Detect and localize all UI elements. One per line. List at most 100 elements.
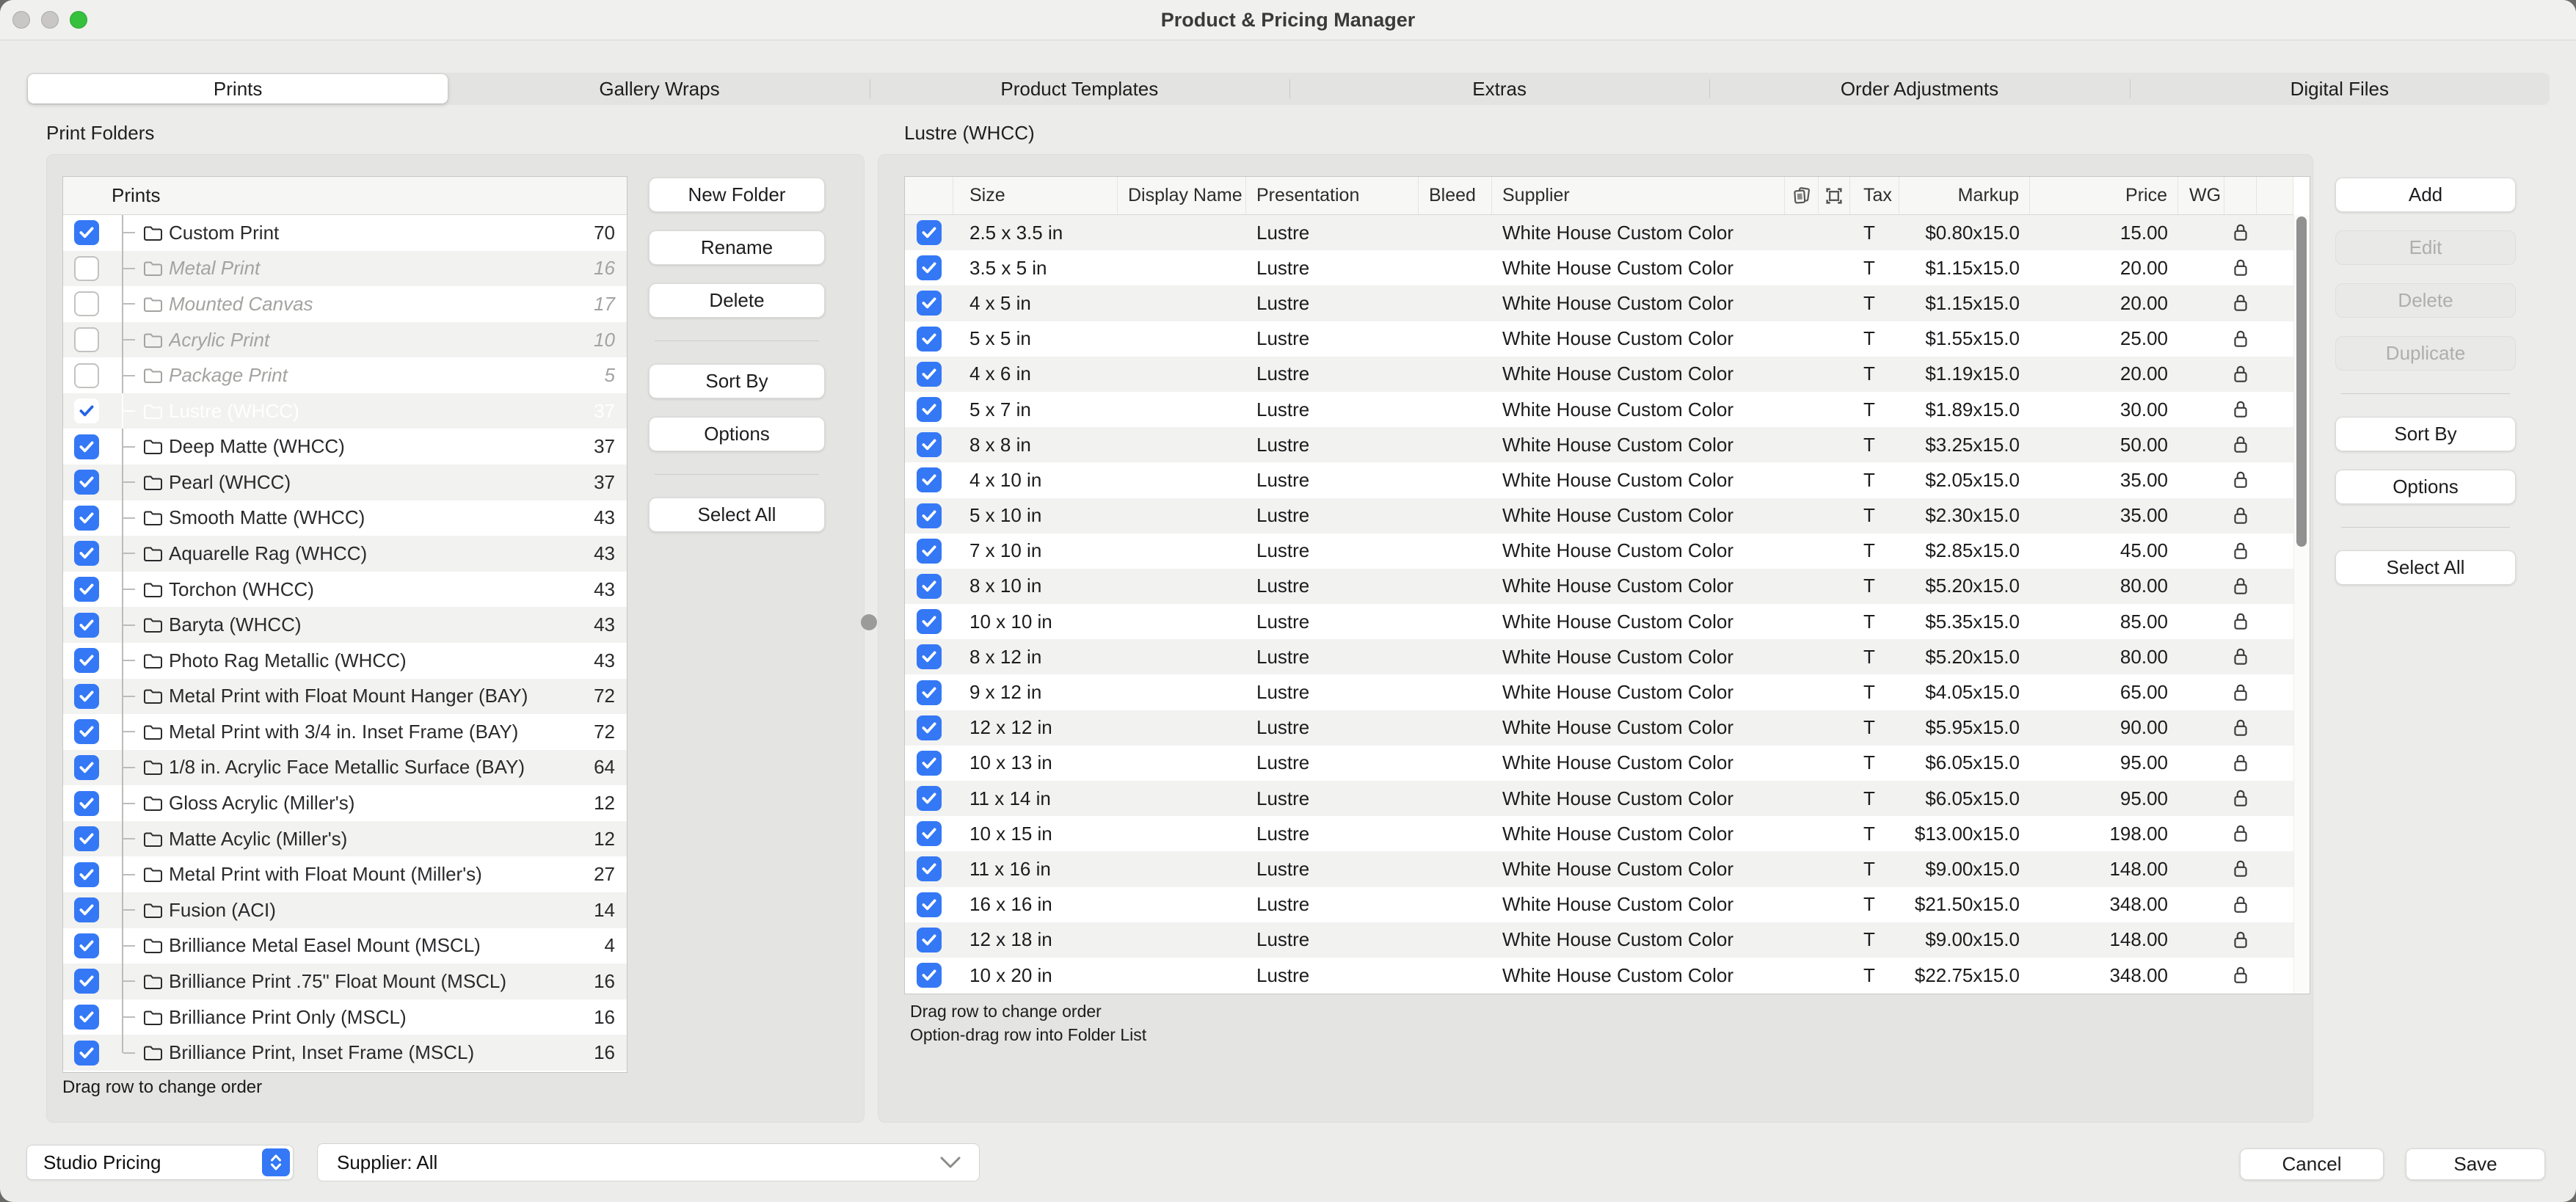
delete-button[interactable]: Delete bbox=[649, 283, 825, 318]
product-checkbox[interactable] bbox=[917, 291, 942, 316]
folder-checkbox[interactable] bbox=[74, 897, 99, 922]
lock-icon[interactable] bbox=[2224, 576, 2257, 597]
folder-row[interactable]: Custom Print70 bbox=[63, 215, 627, 251]
lock-icon[interactable] bbox=[2224, 434, 2257, 455]
folder-row[interactable]: Package Print5 bbox=[63, 357, 627, 393]
lock-icon[interactable] bbox=[2224, 506, 2257, 526]
vertical-scrollbar[interactable] bbox=[2293, 215, 2310, 994]
folder-checkbox[interactable] bbox=[74, 755, 99, 780]
product-checkbox[interactable] bbox=[917, 503, 942, 528]
column-header-copies-icon[interactable] bbox=[1785, 177, 1819, 214]
product-row[interactable]: 8 x 12 inLustreWhite House Custom ColorT… bbox=[905, 639, 2293, 674]
column-header-presentation[interactable]: Presentation bbox=[1246, 177, 1419, 214]
folder-row[interactable]: Deep Matte (WHCC)37 bbox=[63, 429, 627, 465]
tab-gallery-wraps[interactable]: Gallery Wraps bbox=[449, 73, 869, 105]
folder-row[interactable]: Gloss Acrylic (Miller's)12 bbox=[63, 785, 627, 821]
folder-checkbox[interactable] bbox=[74, 684, 99, 709]
folder-row[interactable]: Acrylic Print10 bbox=[63, 322, 627, 358]
column-header-display-name[interactable]: Display Name bbox=[1118, 177, 1246, 214]
folder-row[interactable]: Brilliance Print .75" Float Mount (MSCL)… bbox=[63, 964, 627, 999]
lock-icon[interactable] bbox=[2224, 859, 2257, 879]
folder-checkbox[interactable] bbox=[74, 470, 99, 495]
folder-row[interactable]: Metal Print with Float Mount (Miller's)2… bbox=[63, 856, 627, 892]
folder-row[interactable]: Brilliance Print, Inset Frame (MSCL)16 bbox=[63, 1035, 627, 1071]
product-row[interactable]: 8 x 8 inLustreWhite House Custom ColorT$… bbox=[905, 427, 2293, 462]
product-checkbox[interactable] bbox=[917, 255, 942, 280]
folder-checkbox[interactable] bbox=[74, 648, 99, 673]
folder-row[interactable]: Brilliance Metal Easel Mount (MSCL)4 bbox=[63, 928, 627, 964]
folder-row[interactable]: Matte Acylic (Miller's)12 bbox=[63, 821, 627, 857]
column-header-markup[interactable]: Markup bbox=[1899, 177, 2030, 214]
folder-checkbox[interactable] bbox=[74, 1005, 99, 1030]
lock-icon[interactable] bbox=[2224, 895, 2257, 915]
tab-product-templates[interactable]: Product Templates bbox=[870, 73, 1289, 105]
column-header-size[interactable]: Size bbox=[953, 177, 1118, 214]
folder-checkbox[interactable] bbox=[74, 933, 99, 958]
lock-icon[interactable] bbox=[2224, 541, 2257, 561]
product-checkbox[interactable] bbox=[917, 963, 942, 988]
product-checkbox[interactable] bbox=[917, 432, 942, 457]
lock-icon[interactable] bbox=[2224, 222, 2257, 243]
product-row[interactable]: 12 x 18 inLustreWhite House Custom Color… bbox=[905, 922, 2293, 958]
folder-row[interactable]: Torchon (WHCC)43 bbox=[63, 572, 627, 608]
product-row[interactable]: 7 x 10 inLustreWhite House Custom ColorT… bbox=[905, 533, 2293, 569]
lock-icon[interactable] bbox=[2224, 258, 2257, 278]
product-row[interactable]: 4 x 10 inLustreWhite House Custom ColorT… bbox=[905, 462, 2293, 498]
folder-checkbox[interactable] bbox=[74, 541, 99, 566]
product-checkbox[interactable] bbox=[917, 821, 942, 846]
product-checkbox[interactable] bbox=[917, 856, 942, 881]
rename-button[interactable]: Rename bbox=[649, 230, 825, 265]
lock-icon[interactable] bbox=[2224, 965, 2257, 986]
select-all-button[interactable]: Select All bbox=[649, 498, 825, 532]
product-row[interactable]: 8 x 10 inLustreWhite House Custom ColorT… bbox=[905, 569, 2293, 604]
folder-row[interactable]: Metal Print16 bbox=[63, 251, 627, 287]
lock-icon[interactable] bbox=[2224, 329, 2257, 349]
product-row[interactable]: 5 x 7 inLustreWhite House Custom ColorT$… bbox=[905, 392, 2293, 427]
lock-icon[interactable] bbox=[2224, 611, 2257, 632]
product-row[interactable]: 4 x 5 inLustreWhite House Custom ColorT$… bbox=[905, 285, 2293, 321]
column-header-frame-icon[interactable] bbox=[1819, 177, 1850, 214]
column-header-tax[interactable]: Tax bbox=[1850, 177, 1899, 214]
tab-order-adjustments[interactable]: Order Adjustments bbox=[1709, 73, 2129, 105]
cancel-button[interactable]: Cancel bbox=[2240, 1148, 2384, 1180]
folder-checkbox[interactable] bbox=[74, 862, 99, 887]
product-checkbox[interactable] bbox=[917, 680, 942, 705]
options-button[interactable]: Options bbox=[649, 417, 825, 451]
folder-checkbox[interactable] bbox=[74, 826, 99, 851]
column-header-price[interactable]: Price bbox=[2030, 177, 2178, 214]
pricing-select[interactable]: Studio Pricing bbox=[26, 1145, 294, 1180]
tab-extras[interactable]: Extras bbox=[1289, 73, 1709, 105]
splitter-handle[interactable] bbox=[861, 614, 877, 630]
folder-checkbox[interactable] bbox=[74, 256, 99, 281]
lock-icon[interactable] bbox=[2224, 399, 2257, 420]
folder-checkbox[interactable] bbox=[74, 434, 99, 459]
product-checkbox[interactable] bbox=[917, 892, 942, 917]
column-header-supplier[interactable]: Supplier bbox=[1492, 177, 1785, 214]
folder-checkbox[interactable] bbox=[74, 577, 99, 602]
folder-row[interactable]: Baryta (WHCC)43 bbox=[63, 607, 627, 643]
folder-row[interactable]: 1/8 in. Acrylic Face Metallic Surface (B… bbox=[63, 750, 627, 786]
product-row[interactable]: 5 x 5 inLustreWhite House Custom ColorT$… bbox=[905, 321, 2293, 357]
product-checkbox[interactable] bbox=[917, 574, 942, 599]
product-row[interactable]: 10 x 10 inLustreWhite House Custom Color… bbox=[905, 604, 2293, 639]
folder-checkbox[interactable] bbox=[74, 363, 99, 388]
folder-row[interactable]: Photo Rag Metallic (WHCC)43 bbox=[63, 643, 627, 679]
lock-icon[interactable] bbox=[2224, 718, 2257, 738]
folder-checkbox[interactable] bbox=[74, 613, 99, 638]
lock-icon[interactable] bbox=[2224, 682, 2257, 703]
tab-digital-files[interactable]: Digital Files bbox=[2130, 73, 2550, 105]
folder-checkbox[interactable] bbox=[74, 719, 99, 744]
sort-by-button[interactable]: Sort By bbox=[2335, 417, 2516, 451]
folder-row[interactable]: Lustre (WHCC)37 bbox=[63, 393, 627, 429]
product-row[interactable]: 12 x 12 inLustreWhite House Custom Color… bbox=[905, 710, 2293, 746]
product-row[interactable]: 5 x 10 inLustreWhite House Custom ColorT… bbox=[905, 498, 2293, 533]
scrollbar-thumb[interactable] bbox=[2296, 216, 2307, 547]
folder-row[interactable]: Aquarelle Rag (WHCC)43 bbox=[63, 536, 627, 572]
lock-icon[interactable] bbox=[2224, 930, 2257, 950]
folder-checkbox[interactable] bbox=[74, 506, 99, 531]
product-checkbox[interactable] bbox=[917, 928, 942, 953]
folder-row[interactable]: Mounted Canvas17 bbox=[63, 286, 627, 322]
lock-icon[interactable] bbox=[2224, 788, 2257, 809]
product-checkbox[interactable] bbox=[917, 609, 942, 634]
save-button[interactable]: Save bbox=[2406, 1148, 2545, 1180]
